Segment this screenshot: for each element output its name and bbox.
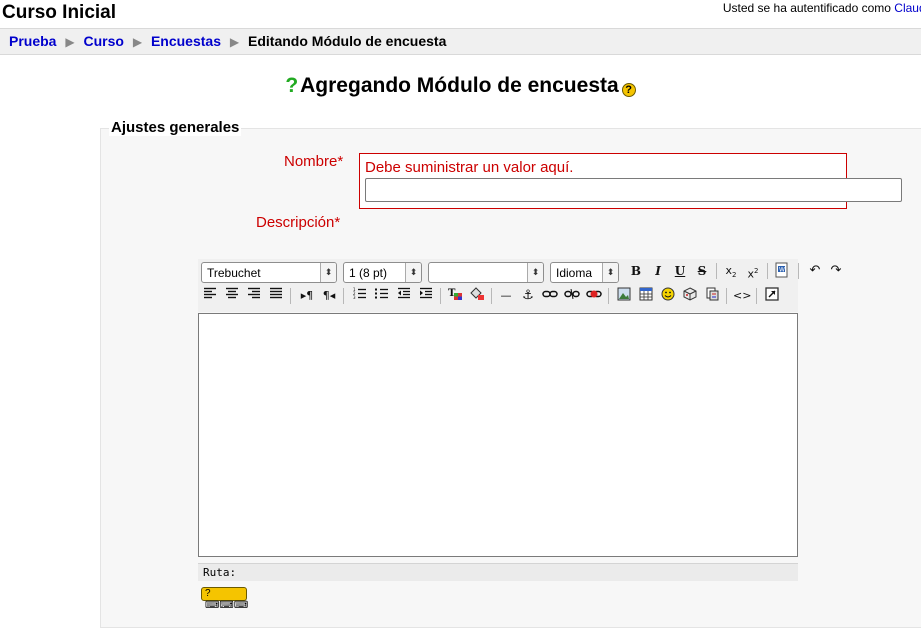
- chevron-updown-icon: ⬍: [405, 263, 421, 282]
- ordered-list-icon[interactable]: 123: [351, 287, 369, 305]
- search-replace-icon[interactable]: [703, 287, 721, 305]
- name-label-text: Nombre: [284, 153, 338, 170]
- help-icon[interactable]: ?: [621, 83, 636, 97]
- breadcrumb: Prueba ▶ Curso ▶ Encuestas ▶ Editando Mó…: [0, 28, 921, 55]
- toolbar-separator: [726, 288, 727, 304]
- paste-word-icon[interactable]: W: [773, 262, 791, 280]
- breadcrumb-current: Editando Módulo de encuesta: [248, 33, 447, 49]
- name-error-message: Debe suministrar un valor aquí.: [365, 159, 574, 176]
- anchor-icon[interactable]: ⚓: [519, 287, 537, 305]
- chevron-updown-icon: ⬍: [320, 263, 336, 282]
- page-title: Agregando Módulo de encuesta: [300, 74, 619, 97]
- toolbar-separator: [756, 288, 757, 304]
- description-label: Descripción*: [256, 214, 340, 231]
- superscript-icon[interactable]: x2: [744, 262, 762, 281]
- toolbar-separator: [491, 288, 492, 304]
- size-select-value: 1 (8 pt): [349, 266, 388, 280]
- font-select[interactable]: Trebuchet ⬍: [201, 262, 337, 283]
- keyboard-icon: ⌨⌨⌨: [205, 600, 249, 611]
- subscript-icon[interactable]: x2: [722, 262, 740, 280]
- align-justify-icon[interactable]: [267, 287, 285, 305]
- section-legend: Ajustes generales: [109, 119, 242, 136]
- svg-text:W: W: [779, 267, 785, 274]
- style-select[interactable]: ⬍: [428, 262, 544, 283]
- toolbar-separator: [767, 263, 768, 279]
- text-color-icon[interactable]: T: [446, 287, 464, 305]
- ltr-direction-icon[interactable]: ▸¶: [298, 287, 316, 305]
- underline-icon[interactable]: U: [671, 262, 689, 280]
- login-info: Usted se ha autentificado como Claudio I…: [723, 1, 921, 15]
- breadcrumb-separator: ▶: [132, 35, 143, 49]
- toolbar-separator: [343, 288, 344, 304]
- editor-path-bar: Ruta:: [198, 563, 798, 581]
- fullscreen-icon[interactable]: [763, 287, 781, 305]
- chevron-updown-icon: ⬍: [527, 263, 543, 282]
- description-label-text: Descripción: [256, 214, 335, 231]
- language-select[interactable]: Idioma ⬍: [550, 262, 619, 283]
- size-select[interactable]: 1 (8 pt) ⬍: [343, 262, 422, 283]
- toolbar-separator: [290, 288, 291, 304]
- name-label: Nombre*: [284, 153, 343, 170]
- align-left-icon[interactable]: [201, 287, 219, 305]
- undo-icon[interactable]: ↶: [806, 262, 824, 280]
- indent-icon[interactable]: [417, 287, 435, 305]
- insert-image-icon[interactable]: [615, 287, 633, 305]
- site-title: Curso Inicial: [2, 2, 117, 23]
- insert-table-icon[interactable]: [637, 287, 655, 305]
- required-mark: *: [337, 153, 344, 170]
- outdent-icon[interactable]: [395, 287, 413, 305]
- horizontal-rule-icon[interactable]: —: [497, 287, 515, 305]
- breadcrumb-link-encuestas[interactable]: Encuestas: [151, 33, 221, 49]
- path-label: Ruta:: [203, 566, 237, 579]
- question-icon: ?: [205, 588, 211, 599]
- breadcrumb-separator: ▶: [229, 35, 240, 49]
- align-right-icon[interactable]: [245, 287, 263, 305]
- font-select-value: Trebuchet: [207, 266, 261, 280]
- align-center-icon[interactable]: [223, 287, 241, 305]
- smiley-icon[interactable]: [659, 287, 677, 305]
- strikethrough-icon[interactable]: S: [693, 262, 711, 280]
- toolbar-separator: [608, 288, 609, 304]
- svg-text:3: 3: [353, 295, 356, 299]
- background-color-icon[interactable]: [468, 287, 486, 305]
- user-profile-link[interactable]: Claudio Inve: [894, 1, 921, 15]
- breadcrumb-link-curso[interactable]: Curso: [83, 33, 123, 49]
- html-source-icon[interactable]: <>: [733, 287, 751, 305]
- toolbar-separator: [440, 288, 441, 304]
- bold-icon[interactable]: B: [627, 262, 645, 280]
- chevron-updown-icon: ⬍: [602, 263, 618, 282]
- breadcrumb-separator: ▶: [65, 35, 75, 49]
- special-char-icon[interactable]: [681, 287, 699, 305]
- name-input[interactable]: [365, 178, 902, 202]
- redo-icon[interactable]: ↷: [827, 262, 845, 280]
- description-editor[interactable]: [198, 313, 798, 557]
- toolbar-separator: [716, 263, 717, 279]
- required-mark: *: [334, 214, 341, 231]
- help-question-icon[interactable]: ?: [285, 74, 298, 97]
- unlink-icon[interactable]: [563, 287, 581, 305]
- breadcrumb-link-prueba[interactable]: Prueba: [9, 33, 56, 49]
- keyboard-help-button[interactable]: ? ⌨⌨⌨: [201, 587, 248, 611]
- rtl-direction-icon[interactable]: ¶◂: [320, 287, 338, 305]
- login-prefix: Usted se ha autentificado como: [722, 1, 891, 15]
- nolink-icon[interactable]: [585, 287, 603, 305]
- language-select-value: Idioma: [556, 266, 593, 280]
- unordered-list-icon[interactable]: [373, 287, 391, 305]
- link-icon[interactable]: [541, 287, 559, 305]
- page-heading: ?Agregando Módulo de encuesta?: [0, 74, 921, 98]
- toolbar-separator: [798, 263, 799, 279]
- italic-icon[interactable]: I: [649, 262, 667, 280]
